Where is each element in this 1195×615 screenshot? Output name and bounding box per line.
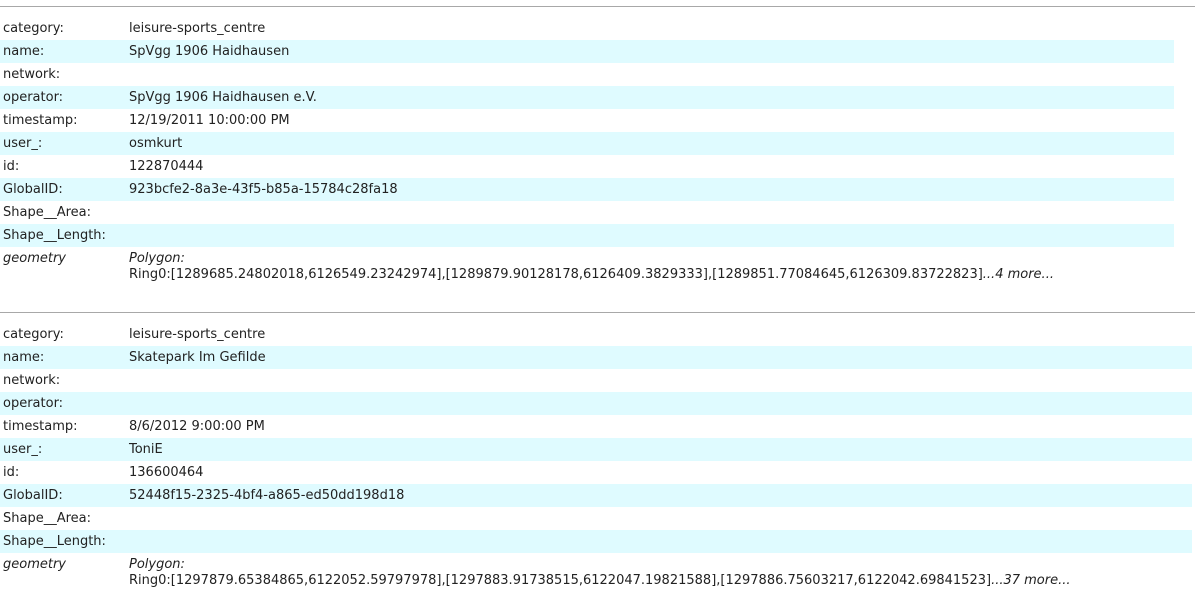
geometry-ring-line: Ring0:[1297879.65384865,6122052.59797978… xyxy=(129,573,1192,589)
geometry-ring: Ring0:[1297879.65384865,6122052.59797978… xyxy=(129,573,992,588)
attribute-row-category: category: leisure-sports_centre xyxy=(0,323,1192,346)
geometry-type: Polygon: xyxy=(129,557,185,572)
feature-record-2: category: leisure-sports_centre name: Sk… xyxy=(0,312,1195,589)
geometry-ring: Ring0:[1289685.24802018,6126549.23242974… xyxy=(129,267,983,282)
attribute-value: SpVgg 1906 Haidhausen xyxy=(126,40,1174,63)
attribute-row-shape-area: Shape__Area: xyxy=(0,201,1174,224)
attribute-row-shape-length: Shape__Length: xyxy=(0,224,1174,247)
geometry-key: geometry xyxy=(3,557,67,572)
attribute-row-geometry: geometry Polygon: Ring0:[1297879.6538486… xyxy=(0,553,1192,589)
attribute-key: category: xyxy=(3,327,64,342)
attribute-value: 923bcfe2-8a3e-43f5-b85a-15784c28fa18 xyxy=(126,178,1174,201)
attribute-value: osmkurt xyxy=(126,132,1174,155)
attribute-value: 12/19/2011 10:00:00 PM xyxy=(129,113,290,128)
attribute-row-shape-length: Shape__Length: xyxy=(0,530,1192,553)
attribute-value: ToniE xyxy=(126,438,1192,461)
attribute-key: network: xyxy=(3,67,61,82)
attribute-key: GlobalID: xyxy=(0,178,126,201)
attribute-value xyxy=(126,392,1192,415)
attribute-key: name: xyxy=(0,346,126,369)
attribute-row-name: name: SpVgg 1906 Haidhausen xyxy=(0,40,1174,63)
attribute-table: category: leisure-sports_centre name: Sk… xyxy=(0,323,1192,589)
attribute-row-globalid: GlobalID: 52448f15-2325-4bf4-a865-ed50dd… xyxy=(0,484,1192,507)
geometry-value: Polygon: Ring0:[1289685.24802018,6126549… xyxy=(126,247,1174,283)
attribute-row-operator: operator: SpVgg 1906 Haidhausen e.V. xyxy=(0,86,1174,109)
attribute-key: timestamp: xyxy=(3,113,78,128)
attribute-value xyxy=(126,530,1192,553)
attribute-key: Shape__Length: xyxy=(0,530,126,553)
attribute-key: name: xyxy=(0,40,126,63)
attribute-value xyxy=(126,369,1192,392)
attribute-row-network: network: xyxy=(0,63,1174,86)
attribute-value: 122870444 xyxy=(129,159,204,174)
attribute-row-geometry: geometry Polygon: Ring0:[1289685.2480201… xyxy=(0,247,1174,283)
attribute-value: 136600464 xyxy=(129,465,204,480)
feature-record-1: category: leisure-sports_centre name: Sp… xyxy=(0,6,1195,283)
attribute-key: Shape__Length: xyxy=(0,224,126,247)
attribute-key: GlobalID: xyxy=(0,484,126,507)
geometry-type: Polygon: xyxy=(129,251,185,266)
attribute-key: operator: xyxy=(0,392,126,415)
attribute-row-globalid: GlobalID: 923bcfe2-8a3e-43f5-b85a-15784c… xyxy=(0,178,1174,201)
geometry-ring-line: Ring0:[1289685.24802018,6126549.23242974… xyxy=(129,267,1174,283)
attribute-row-name: name: Skatepark Im Gefilde xyxy=(0,346,1192,369)
attribute-row-user: user_: osmkurt xyxy=(0,132,1174,155)
attribute-row-user: user_: ToniE xyxy=(0,438,1192,461)
geometry-value: Polygon: Ring0:[1297879.65384865,6122052… xyxy=(126,553,1192,589)
attribute-row-network: network: xyxy=(0,369,1192,392)
attribute-row-id: id: 122870444 xyxy=(0,155,1174,178)
attribute-key: user_: xyxy=(0,438,126,461)
attribute-value: 52448f15-2325-4bf4-a865-ed50dd198d18 xyxy=(126,484,1192,507)
attribute-key: id: xyxy=(3,159,20,174)
attribute-value: leisure-sports_centre xyxy=(129,21,266,36)
attribute-value: leisure-sports_centre xyxy=(129,327,266,342)
attribute-value xyxy=(126,63,1174,86)
attribute-key: timestamp: xyxy=(3,419,78,434)
attribute-row-timestamp: timestamp: 12/19/2011 10:00:00 PM xyxy=(0,109,1174,132)
attribute-table: category: leisure-sports_centre name: Sp… xyxy=(0,17,1174,283)
attribute-key: Shape__Area: xyxy=(3,205,92,220)
attribute-key: category: xyxy=(3,21,64,36)
attribute-value: 8/6/2012 9:00:00 PM xyxy=(129,419,265,434)
attribute-key: network: xyxy=(3,373,61,388)
attribute-key: operator: xyxy=(0,86,126,109)
geometry-more: ...37 more... xyxy=(991,573,1071,588)
attribute-row-shape-area: Shape__Area: xyxy=(0,507,1192,530)
attribute-row-id: id: 136600464 xyxy=(0,461,1192,484)
attribute-row-operator: operator: xyxy=(0,392,1192,415)
attribute-value xyxy=(126,507,1192,530)
attribute-row-category: category: leisure-sports_centre xyxy=(0,17,1174,40)
attribute-key: Shape__Area: xyxy=(3,511,92,526)
geometry-key: geometry xyxy=(3,251,67,266)
attribute-key: user_: xyxy=(0,132,126,155)
attribute-key: id: xyxy=(3,465,20,480)
attribute-value: SpVgg 1906 Haidhausen e.V. xyxy=(126,86,1174,109)
geometry-more: ...4 more... xyxy=(982,267,1054,282)
attribute-row-timestamp: timestamp: 8/6/2012 9:00:00 PM xyxy=(0,415,1192,438)
attribute-value xyxy=(126,201,1174,224)
attribute-value: Skatepark Im Gefilde xyxy=(126,346,1192,369)
attribute-value xyxy=(126,224,1174,247)
